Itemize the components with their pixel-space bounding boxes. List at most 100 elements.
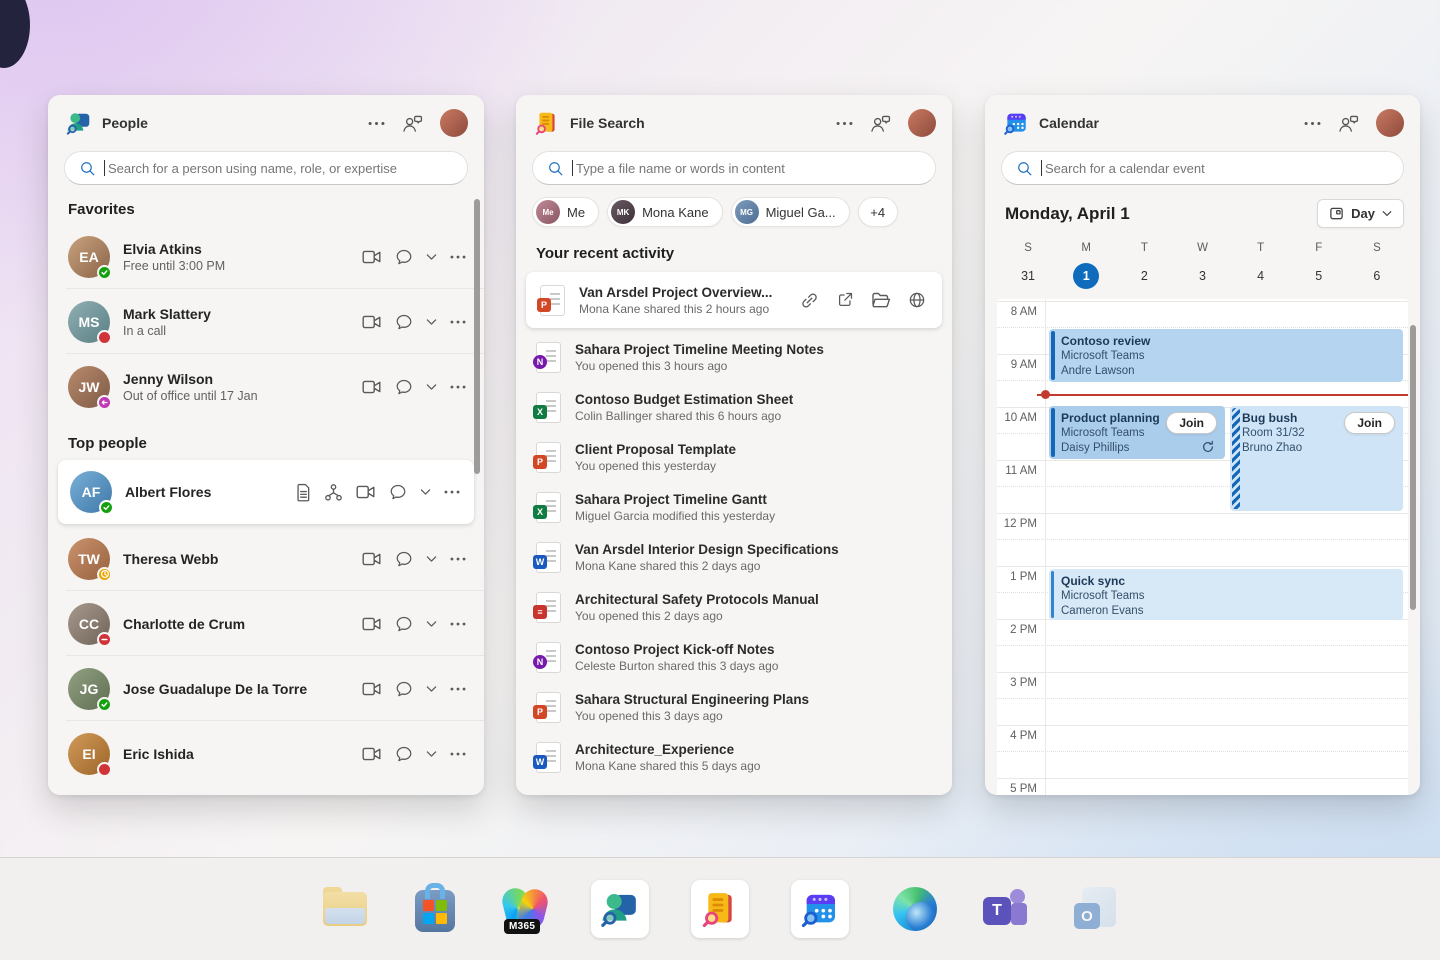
chevron-down-icon[interactable] — [420, 488, 431, 496]
more-options-icon[interactable] — [450, 687, 466, 691]
video-call-icon[interactable] — [362, 747, 382, 761]
taskbar-calendar-search-icon-active[interactable] — [791, 880, 849, 938]
chat-icon[interactable] — [395, 378, 413, 396]
feedback-icon[interactable] — [1337, 114, 1360, 133]
copy-link-icon[interactable] — [800, 291, 819, 310]
people-widget: People Favorites EA Elvia Atkins Free un… — [48, 95, 484, 795]
file-row[interactable]: X Sahara Project Timeline Gantt Miguel G… — [516, 482, 952, 532]
feedback-icon[interactable] — [869, 114, 892, 133]
more-options-icon[interactable] — [450, 320, 466, 324]
chat-icon[interactable] — [395, 313, 413, 331]
week-cell-thu[interactable]: T4 — [1232, 242, 1290, 289]
chevron-down-icon[interactable] — [426, 555, 437, 563]
chevron-down-icon[interactable] — [426, 383, 437, 391]
document-icon[interactable] — [296, 483, 311, 502]
file-row[interactable]: N Sahara Project Timeline Meeting Notes … — [516, 332, 952, 382]
video-call-icon[interactable] — [356, 485, 376, 499]
video-call-icon[interactable] — [362, 617, 382, 631]
week-cell-sat[interactable]: S6 — [1348, 242, 1406, 289]
account-avatar[interactable] — [440, 109, 468, 137]
week-cell-fri[interactable]: F5 — [1290, 242, 1348, 289]
chevron-down-icon[interactable] — [426, 620, 437, 628]
file-row[interactable]: N Contoso Project Kick-off Notes Celeste… — [516, 632, 952, 682]
chip-mona-kane[interactable]: MK Mona Kane — [607, 197, 723, 227]
file-row-featured[interactable]: P Van Arsdel Project Overview... Mona Ka… — [526, 272, 942, 328]
org-chart-icon[interactable] — [324, 483, 343, 502]
person-row-eric-ishida[interactable]: EI Eric Ishida — [48, 721, 484, 786]
taskbar-edge-icon[interactable] — [891, 885, 939, 933]
person-row-jose-guadalupe[interactable]: JG Jose Guadalupe De la Torre — [48, 656, 484, 721]
video-call-icon[interactable] — [362, 682, 382, 696]
chat-icon[interactable] — [395, 248, 413, 266]
open-in-browser-icon[interactable] — [908, 291, 926, 309]
chevron-down-icon[interactable] — [426, 318, 437, 326]
taskbar-outlook-icon[interactable]: O — [1071, 885, 1119, 933]
more-options-icon[interactable] — [450, 385, 466, 389]
more-options-icon[interactable] — [450, 622, 466, 626]
event-contoso-review[interactable]: Contoso review Microsoft Teams Andre Law… — [1049, 329, 1403, 382]
chevron-down-icon[interactable] — [426, 685, 437, 693]
event-bug-bush[interactable]: Bug bush Room 31/32 Bruno Zhao Join — [1230, 406, 1403, 511]
chevron-down-icon[interactable] — [426, 750, 437, 758]
person-row-charlotte-de-crum[interactable]: CC Charlotte de Crum — [48, 591, 484, 656]
video-call-icon[interactable] — [362, 250, 382, 264]
event-product-planning[interactable]: Product planning Microsoft Teams Daisy P… — [1049, 406, 1225, 459]
join-button[interactable]: Join — [1166, 412, 1217, 434]
person-row-mark-slattery[interactable]: MS Mark Slattery In a call — [48, 289, 484, 354]
chip-me[interactable]: Me Me — [532, 197, 600, 227]
video-call-icon[interactable] — [362, 380, 382, 394]
account-avatar[interactable] — [908, 109, 936, 137]
more-options-icon[interactable] — [1304, 121, 1321, 126]
week-cell-sun[interactable]: S 31 — [999, 242, 1057, 289]
file-row[interactable]: W Van Arsdel Interior Design Specificati… — [516, 532, 952, 582]
calendar-scrollbar[interactable] — [1410, 325, 1416, 610]
taskbar-file-explorer-icon[interactable] — [321, 885, 369, 933]
chat-icon[interactable] — [395, 615, 413, 633]
file-row[interactable]: X Contoso Budget Estimation Sheet Colin … — [516, 382, 952, 432]
more-options-icon[interactable] — [444, 490, 460, 494]
person-row-jenny-wilson[interactable]: JW Jenny Wilson Out of office until 17 J… — [48, 354, 484, 419]
event-quick-sync[interactable]: Quick sync Microsoft Teams Cameron Evans — [1049, 569, 1403, 620]
person-row-albert-flores[interactable]: AF Albert Flores — [58, 460, 474, 524]
file-row[interactable]: ≡ Architectural Safety Protocols Manual … — [516, 582, 952, 632]
taskbar-m365-copilot-icon[interactable]: M365 — [499, 885, 551, 934]
taskbar-teams-icon[interactable]: T — [981, 885, 1029, 933]
calendar-search-input[interactable] — [1045, 160, 1389, 176]
chat-icon[interactable] — [389, 483, 407, 501]
open-folder-icon[interactable] — [871, 292, 891, 308]
file-search-input[interactable] — [576, 160, 921, 176]
video-call-icon[interactable] — [362, 552, 382, 566]
file-row[interactable]: P Sahara Structural Engineering Plans Yo… — [516, 682, 952, 732]
chip-more-count[interactable]: +4 — [857, 197, 898, 227]
more-options-icon[interactable] — [450, 255, 466, 259]
taskbar-microsoft-store-icon[interactable] — [411, 883, 459, 933]
week-cell-wed[interactable]: W3 — [1173, 242, 1231, 289]
join-button[interactable]: Join — [1344, 412, 1395, 434]
pdf-file-icon: ≡ — [533, 591, 561, 623]
feedback-icon[interactable] — [401, 114, 424, 133]
share-icon[interactable] — [836, 291, 854, 309]
more-options-icon[interactable] — [450, 557, 466, 561]
chat-icon[interactable] — [395, 745, 413, 763]
more-options-icon[interactable] — [450, 752, 466, 756]
account-avatar[interactable] — [1376, 109, 1404, 137]
taskbar-people-search-icon-active[interactable] — [591, 880, 649, 938]
week-cell-mon-selected[interactable]: M1 — [1057, 242, 1115, 289]
file-row[interactable]: W Architecture_Experience Mona Kane shar… — [516, 732, 952, 782]
view-selector-button[interactable]: Day — [1317, 199, 1404, 228]
video-call-icon[interactable] — [362, 315, 382, 329]
file-row[interactable]: P Client Proposal Template You opened th… — [516, 432, 952, 482]
more-options-icon[interactable] — [836, 121, 853, 126]
taskbar-file-search-icon-active[interactable] — [691, 880, 749, 938]
people-search-input[interactable] — [108, 160, 453, 176]
more-options-icon[interactable] — [368, 121, 385, 126]
chevron-down-icon[interactable] — [426, 253, 437, 261]
person-row-elvia-atkins[interactable]: EA Elvia Atkins Free until 3:00 PM — [48, 224, 484, 289]
week-cell-tue[interactable]: T2 — [1115, 242, 1173, 289]
chat-icon[interactable] — [395, 680, 413, 698]
people-scrollbar[interactable] — [474, 199, 480, 474]
day-grid[interactable]: 8 AM 9 AM 10 AM 11 AM 12 PM 1 PM 2 PM 3 … — [997, 299, 1408, 795]
chat-icon[interactable] — [395, 550, 413, 568]
chip-miguel-garcia[interactable]: MG Miguel Ga... — [730, 197, 850, 227]
person-row-theresa-webb[interactable]: TW Theresa Webb — [48, 526, 484, 591]
